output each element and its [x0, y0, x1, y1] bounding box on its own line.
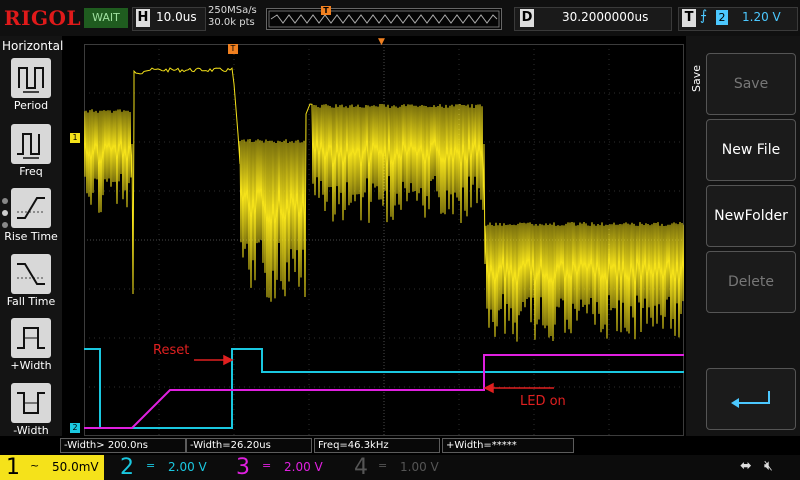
trigger-position-marker-top[interactable]: T	[321, 6, 331, 15]
positive-width-icon	[17, 327, 45, 349]
negative-width-label: -Width	[13, 424, 49, 437]
fall-time-button[interactable]	[11, 254, 51, 294]
trigger-source: 2	[716, 10, 728, 25]
page-dot	[2, 198, 8, 204]
save-button[interactable]: Save	[706, 53, 796, 115]
delay-label: D	[520, 9, 534, 27]
reset-annotation: Reset	[153, 343, 190, 358]
negative-width-icon	[17, 392, 45, 414]
ch3-coupling: =	[262, 459, 272, 472]
trigger-level: 1.20 V	[742, 10, 781, 24]
fall-time-icon	[17, 263, 45, 285]
memory-overview-waveform	[268, 10, 500, 28]
rigol-logo: RIGOL	[4, 6, 82, 30]
negative-width-button[interactable]	[11, 383, 51, 423]
memory-depth: 30.0k pts	[208, 17, 255, 28]
return-button[interactable]	[706, 368, 796, 430]
led-on-annotation: LED on	[520, 394, 566, 409]
return-arrow-icon	[731, 391, 770, 408]
led-on-annotation-arrow	[483, 382, 554, 394]
trigger-position-marker[interactable]: T	[228, 44, 238, 54]
page-dot-active	[2, 210, 8, 216]
ch4-coupling: =	[378, 459, 388, 472]
positive-width-label: +Width	[10, 359, 52, 372]
period-label: Period	[13, 99, 49, 112]
positive-width-button[interactable]	[11, 318, 51, 358]
waveform-display[interactable]	[84, 44, 684, 436]
timebase-value: 10.0us	[156, 10, 197, 24]
horizontal-label: H	[136, 9, 150, 27]
period-icon	[18, 67, 44, 93]
ch2-scale: 2.00 V	[168, 460, 207, 474]
rising-edge-icon: ⨍	[700, 8, 708, 24]
measurement-neg-width: -Width=26.20us	[186, 438, 312, 453]
rise-time-button[interactable]	[11, 188, 51, 228]
memory-overview	[266, 8, 502, 30]
frequency-icon	[17, 133, 40, 159]
measurement-pos-width: +Width=*****	[442, 438, 574, 453]
ch3-number: 3	[236, 455, 250, 480]
frequency-button[interactable]	[11, 124, 51, 164]
ch1-number: 1	[6, 455, 20, 480]
save-menu-title: Save	[690, 64, 703, 92]
ch2-coupling: =	[146, 459, 156, 472]
trigger-label: T	[682, 9, 696, 27]
ch4-number: 4	[354, 455, 368, 480]
new-file-button[interactable]: New File	[706, 119, 796, 181]
measurement-frequency: Freq=46.3kHz	[314, 438, 440, 453]
new-folder-button[interactable]: NewFolder	[706, 185, 796, 247]
ch3-scale: 2.00 V	[284, 460, 323, 474]
ch1-coupling: ~	[30, 459, 40, 472]
rise-time-label: Rise Time	[4, 230, 58, 243]
sample-rate: 250MSa/s	[208, 5, 257, 16]
horizontal-menu-title: Horizontal	[2, 39, 64, 53]
ch2-number: 2	[120, 455, 134, 480]
frequency-label: Freq	[19, 165, 43, 178]
ch2-offset-marker[interactable]: 2	[70, 423, 80, 433]
reset-annotation-arrow	[194, 354, 234, 366]
center-marker-icon: ▼	[378, 37, 385, 47]
usb-icon: ⬌	[740, 458, 752, 474]
page-dot	[2, 222, 8, 228]
delete-button[interactable]: Delete	[706, 251, 796, 313]
ch1-waveform	[84, 67, 684, 342]
ch1-offset-marker[interactable]: 1	[70, 133, 80, 143]
period-button[interactable]	[11, 58, 51, 98]
measurement-neg-width-trigger: -Width> 200.0ns	[60, 438, 186, 453]
delay-value: 30.2000000us	[562, 10, 649, 24]
speaker-muted-icon[interactable]: 🔇︎	[764, 458, 773, 474]
ch1-scale: 50.0mV	[52, 460, 99, 474]
ch4-scale: 1.00 V	[400, 460, 439, 474]
rise-time-icon	[17, 197, 45, 219]
run-state-badge[interactable]: WAIT	[84, 8, 128, 28]
fall-time-label: Fall Time	[6, 295, 56, 308]
